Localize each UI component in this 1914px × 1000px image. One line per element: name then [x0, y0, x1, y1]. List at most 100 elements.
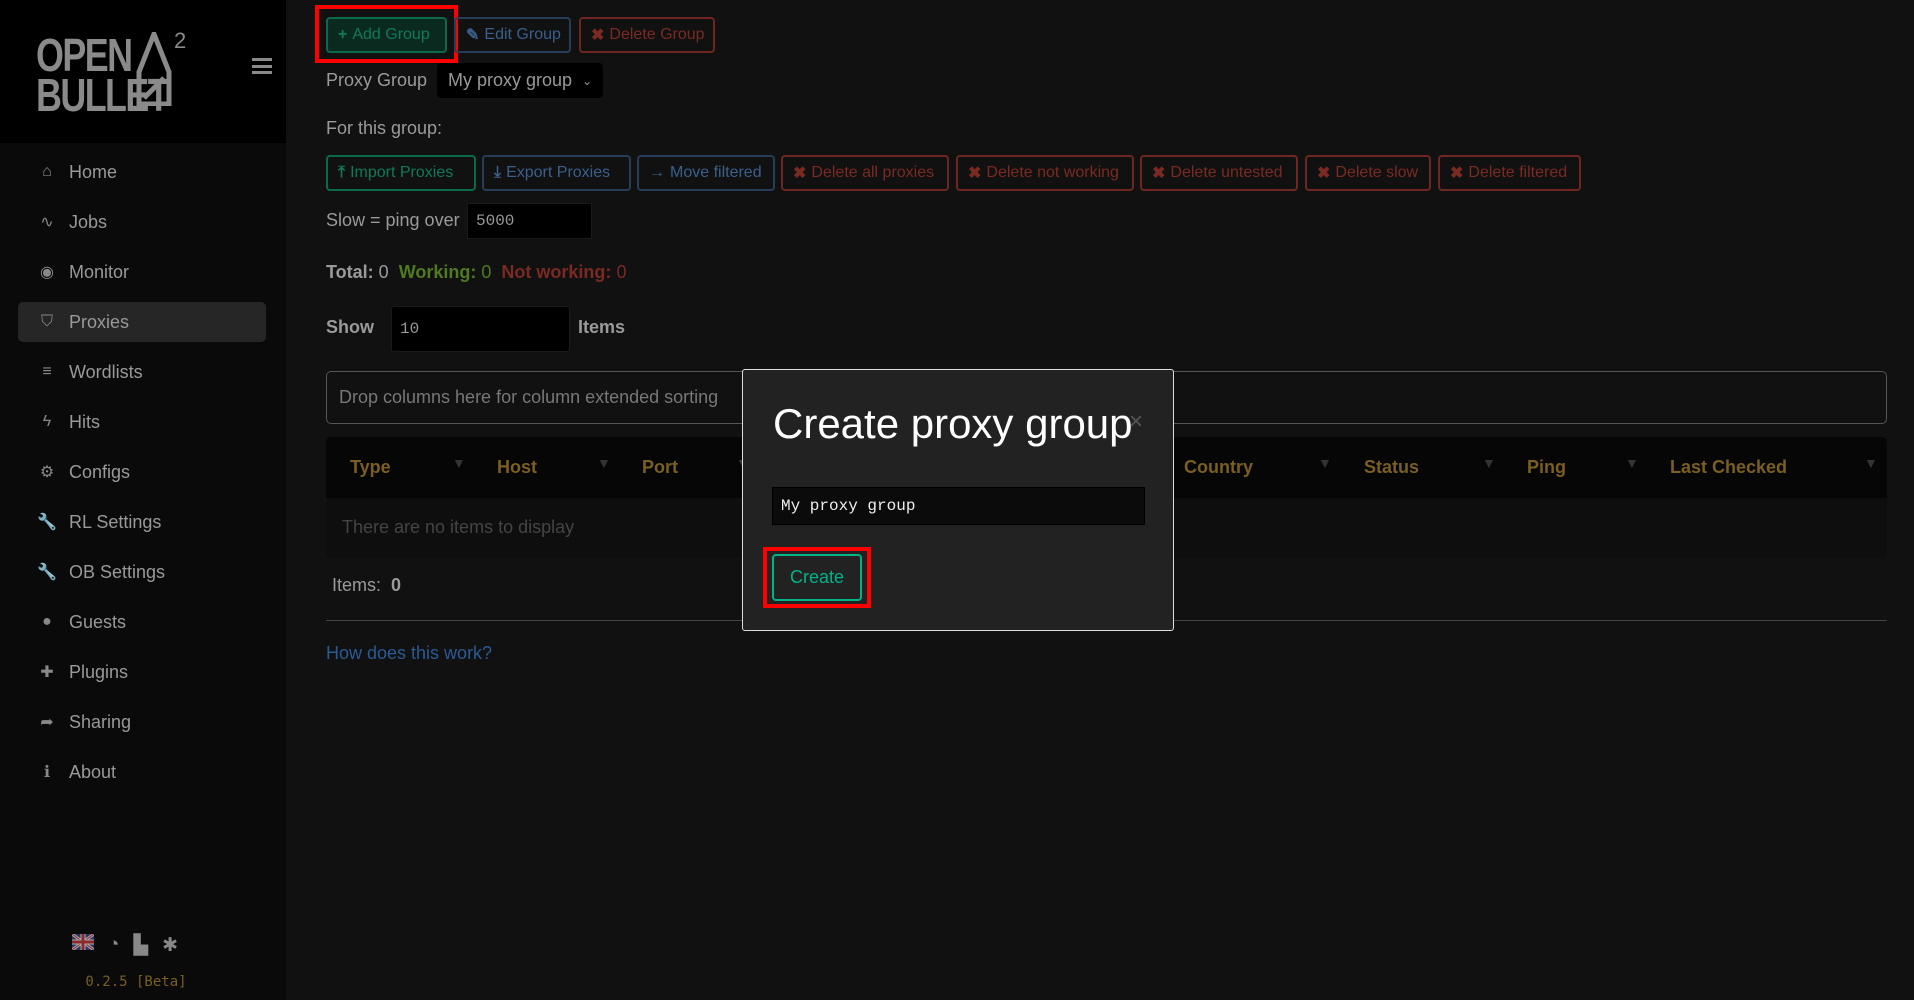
add-group-button[interactable]: + Add Group [326, 17, 447, 53]
logo-superscript: 2 [174, 28, 187, 53]
bullet-logo-icon [136, 32, 172, 106]
home-icon: ⌂ [42, 163, 52, 180]
group-name-input[interactable]: My proxy group [772, 487, 1145, 525]
sidebar-item-label: OB Settings [69, 561, 166, 582]
x-icon: ✖ [1450, 165, 1464, 182]
x-icon: ✖ [793, 165, 807, 182]
eye-icon: ◉ [40, 264, 54, 281]
share-icon: ➦ [40, 714, 54, 731]
logo[interactable]: OPEN BULLET 2 [0, 0, 286, 143]
sidebar-item-label: Monitor [69, 261, 130, 282]
delete-group-button[interactable]: ✖ Delete Group [579, 17, 715, 53]
chevron-down-icon: ⌄ [582, 73, 593, 88]
book-icon[interactable]: ▙ [133, 934, 148, 957]
filter-icon[interactable]: ▼ [1318, 455, 1332, 471]
page-size-input[interactable]: 10 [391, 306, 570, 352]
plus-icon: + [338, 26, 348, 43]
bolt-icon: ϟ [42, 413, 52, 430]
column-header-ping[interactable]: Ping [1527, 457, 1566, 478]
sidebar-item-guests[interactable]: ● Guests [18, 602, 266, 642]
sidebar-item-about[interactable]: ℹ About [18, 752, 266, 792]
sidebar-item-hits[interactable]: ϟ Hits [18, 402, 266, 442]
x-icon: ✖ [1152, 165, 1166, 182]
sidebar-item-proxies[interactable]: ⛉ Proxies [18, 302, 266, 342]
create-button[interactable]: Create [772, 554, 862, 601]
sidebar-item-label: Guests [69, 611, 127, 632]
modal-title: Create proxy group [773, 400, 1133, 447]
arrow-right-icon: → [649, 164, 665, 181]
history-icon[interactable]: ◔ [108, 934, 119, 957]
list-icon: ≡ [42, 363, 52, 380]
sidebar-item-jobs[interactable]: ∿ Jobs [18, 202, 266, 242]
sidebar-item-label: Sharing [69, 711, 132, 732]
delete-all-proxies-button[interactable]: ✖ Delete all proxies [781, 155, 949, 191]
export-proxies-button[interactable]: ⤓ Export Proxies [482, 155, 631, 191]
sidebar-item-label: Wordlists [69, 361, 143, 382]
info-icon: ℹ [43, 764, 51, 781]
sidebar-item-label: Jobs [69, 211, 108, 232]
sidebar-item-label: Configs [69, 461, 131, 482]
filter-icon[interactable]: ▼ [1625, 455, 1639, 471]
column-header-country[interactable]: Country [1184, 457, 1253, 478]
column-header-port[interactable]: Port [642, 457, 678, 478]
download-icon: ⤓ [494, 164, 502, 181]
menu-toggle-icon[interactable] [252, 58, 272, 74]
move-filtered-button[interactable]: → Move filtered [637, 155, 775, 191]
column-header-host[interactable]: Host [497, 457, 537, 478]
filter-icon[interactable]: ▼ [1482, 455, 1496, 471]
shield-icon: ⛉ [40, 313, 53, 330]
wrench-icon: 🔧 [37, 514, 57, 531]
column-header-type[interactable]: Type [350, 457, 391, 478]
delete-filtered-button[interactable]: ✖ Delete filtered [1438, 155, 1581, 191]
puzzle-icon: ✚ [40, 664, 54, 681]
delete-untested-button[interactable]: ✖ Delete untested [1140, 155, 1298, 191]
import-proxies-button[interactable]: ⤒ Import Proxies [326, 155, 476, 191]
sidebar-item-label: Hits [69, 411, 100, 432]
sidebar-item-sharing[interactable]: ➦ Sharing [18, 702, 266, 742]
x-icon: ✖ [968, 165, 982, 182]
user-icon: ● [42, 613, 52, 630]
sidebar-item-home[interactable]: ⌂ Home [18, 152, 266, 192]
bug-icon[interactable]: ✱ [162, 934, 178, 957]
proxy-group-label: Proxy Group [326, 70, 428, 90]
filter-icon[interactable]: ▼ [1864, 455, 1878, 471]
sidebar-item-ob-settings[interactable]: 🔧 OB Settings [18, 552, 266, 592]
version-label: 0.2.5 [Beta] [85, 974, 187, 990]
sidebar-item-configs[interactable]: ⚙ Configs [18, 452, 266, 492]
sidebar: OPEN BULLET 2 ⌂ Home ∿ Jobs ◉ Monitor ⛉ Proxies… [0, 0, 286, 1000]
sidebar-item-label: Plugins [69, 661, 129, 682]
column-header-last-checked[interactable]: Last Checked [1670, 457, 1787, 478]
x-icon: ✖ [591, 27, 605, 44]
delete-slow-button[interactable]: ✖ Delete slow [1305, 155, 1431, 191]
filter-icon[interactable]: ▼ [452, 455, 466, 471]
for-this-group-label: For this group: [326, 118, 443, 138]
close-icon[interactable]: × [1129, 408, 1143, 436]
sidebar-item-label: RL Settings [69, 511, 162, 532]
uk-flag-icon[interactable] [72, 934, 94, 950]
sidebar-item-label: Proxies [69, 311, 130, 332]
gear-icon: ⚙ [39, 464, 55, 481]
pulse-icon: ∿ [40, 214, 54, 231]
slow-label: Slow = ping over [326, 210, 460, 230]
delete-not-working-button[interactable]: ✖ Delete not working [956, 155, 1134, 191]
sidebar-item-monitor[interactable]: ◉ Monitor [18, 252, 266, 292]
sidebar-item-label: Home [69, 161, 118, 182]
sidebar-item-rl-settings[interactable]: 🔧 RL Settings [18, 502, 266, 542]
upload-icon: ⤒ [338, 164, 346, 181]
filter-icon[interactable]: ▼ [597, 455, 611, 471]
empty-message: There are no items to display [342, 517, 575, 537]
edit-group-button[interactable]: ✎ Edit Group [454, 17, 571, 53]
create-proxy-group-modal: Create proxy group × My proxy group Crea… [742, 369, 1174, 631]
slow-ping-input[interactable]: 5000 [467, 203, 592, 239]
proxy-group-select[interactable]: My proxy group ⌄ [437, 63, 603, 98]
x-icon: ✖ [1317, 165, 1331, 182]
items-count: Items: 0 [332, 575, 402, 595]
sidebar-item-plugins[interactable]: ✚ Plugins [18, 652, 266, 692]
sidebar-item-wordlists[interactable]: ≡ Wordlists [18, 352, 266, 392]
pencil-icon: ✎ [466, 27, 480, 44]
footer-icons: ◔ ▙ ✱ [72, 934, 178, 957]
wrench-icon: 🔧 [37, 564, 57, 581]
stats: Total: 0 Working: 0 Not working: 0 [326, 262, 627, 282]
help-link[interactable]: How does this work? [326, 643, 492, 664]
column-header-status[interactable]: Status [1364, 457, 1419, 478]
